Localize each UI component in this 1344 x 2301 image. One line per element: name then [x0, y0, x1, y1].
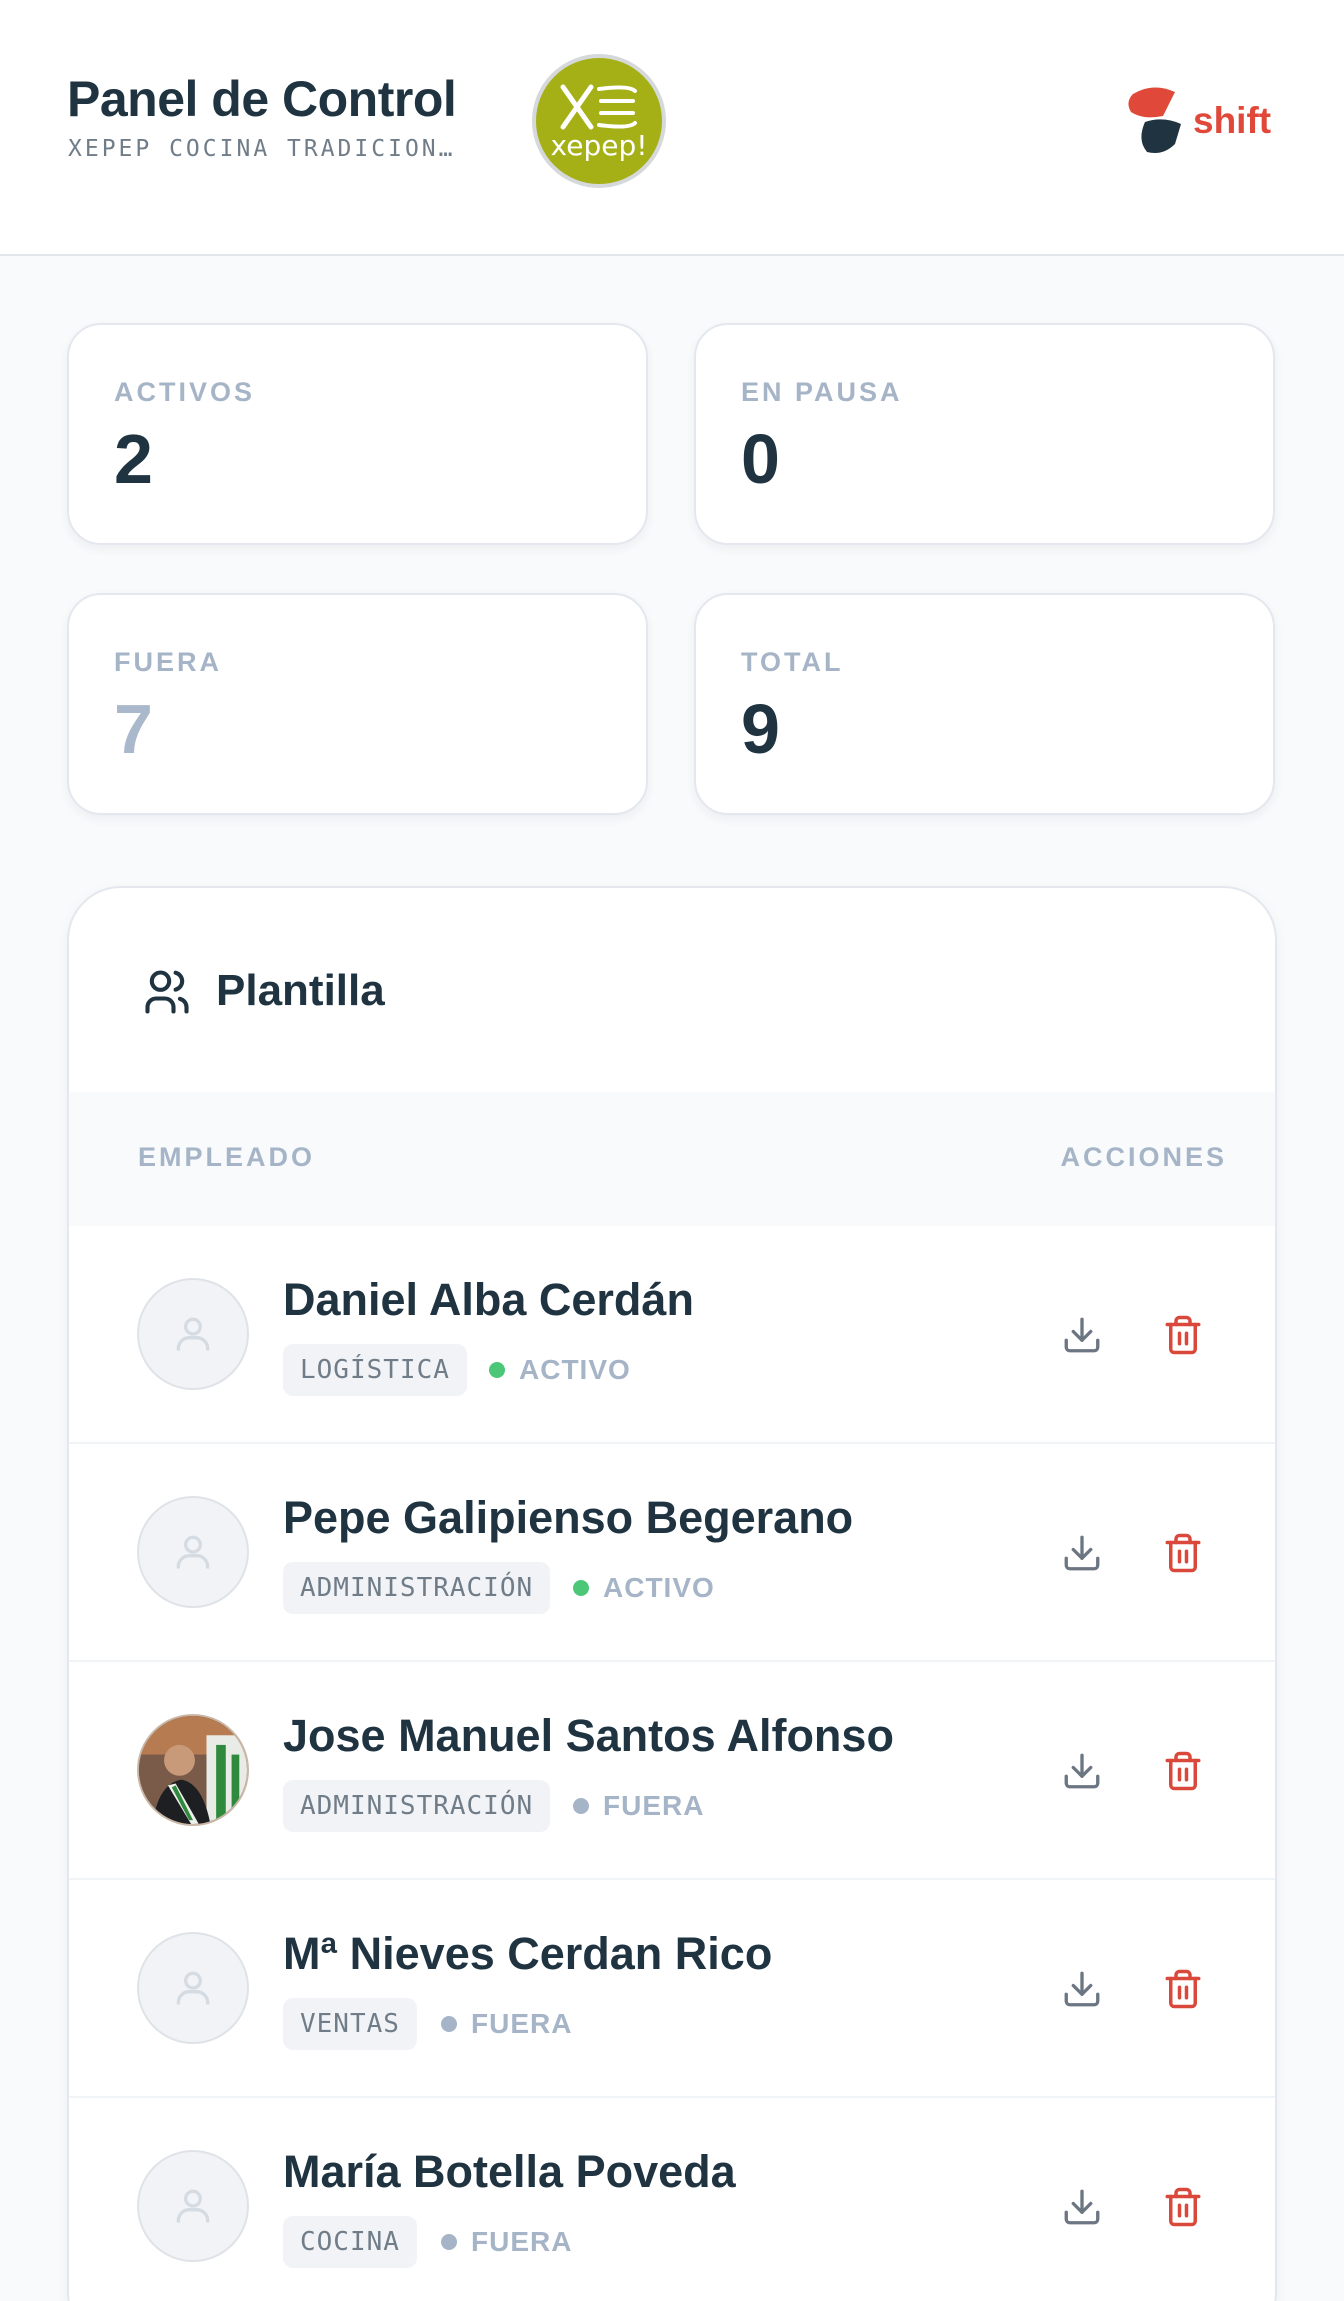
status-label: FUERA	[471, 2226, 573, 2257]
download-button[interactable]	[1055, 1308, 1109, 1362]
stat-card-out: FUERA 7	[67, 593, 648, 815]
status-label: ACTIVO	[603, 1572, 715, 1603]
download-button[interactable]	[1055, 2180, 1109, 2234]
department-badge: ADMINISTRACIÓN	[283, 1780, 551, 1832]
status-dot-icon	[489, 1362, 505, 1378]
stat-card-active: ACTIVOS 2	[67, 323, 648, 545]
status-label: FUERA	[471, 2008, 573, 2039]
trash-icon	[1165, 1969, 1201, 2009]
table-row[interactable]: Daniel Alba Cerdán LOGÍSTICA ACTIVO	[69, 1226, 1275, 1444]
status-badge: ACTIVO	[573, 1562, 715, 1614]
stat-value: 0	[741, 420, 780, 498]
status-badge: FUERA	[441, 1998, 572, 2050]
avatar	[137, 2150, 249, 2262]
delete-button[interactable]	[1156, 2180, 1210, 2234]
download-icon	[1064, 1971, 1100, 2007]
user-placeholder-icon	[176, 1535, 210, 1569]
status-dot-icon	[573, 1798, 589, 1814]
download-button[interactable]	[1055, 1526, 1109, 1580]
shift-logo-icon	[1128, 87, 1181, 153]
brand-name: shift	[1193, 100, 1272, 141]
logo-text: xepep!	[550, 128, 648, 162]
delete-button[interactable]	[1156, 1308, 1210, 1362]
download-icon	[1064, 1317, 1100, 1353]
avatar-photo	[137, 1714, 249, 1826]
table-row[interactable]: Pepe Galipienso Begerano ADMINISTRACIÓN …	[69, 1444, 1275, 1662]
employee-name: María Botella Poveda	[283, 2146, 736, 2197]
delete-button[interactable]	[1156, 1526, 1210, 1580]
download-button[interactable]	[1055, 1962, 1109, 2016]
table-row[interactable]: Jose Manuel Santos Alfonso ADMINISTRACIÓ…	[69, 1662, 1275, 1880]
page-title: Panel de Control	[67, 71, 457, 127]
avatar	[137, 1278, 249, 1390]
user-placeholder-icon	[176, 1971, 210, 2005]
trash-icon	[1165, 1751, 1201, 1791]
employee-name: Daniel Alba Cerdán	[283, 1274, 694, 1325]
user-placeholder-icon	[176, 1317, 210, 1351]
status-label: ACTIVO	[519, 1354, 631, 1385]
stat-label: FUERA	[114, 647, 222, 677]
status-badge: ACTIVO	[489, 1344, 631, 1396]
avatar	[137, 1932, 249, 2044]
trash-icon	[1165, 1315, 1201, 1355]
avatar	[137, 1496, 249, 1608]
delete-button[interactable]	[1156, 1962, 1210, 2016]
status-label: FUERA	[603, 1790, 705, 1821]
stat-value: 2	[114, 420, 153, 498]
table-row[interactable]: Mª Nieves Cerdan Rico VENTAS FUERA	[69, 1880, 1275, 2098]
staff-panel: Plantilla EMPLEADO ACCIONES Daniel Alba …	[67, 886, 1277, 2301]
status-badge: FUERA	[441, 2216, 572, 2268]
shift-brand: shift	[1123, 86, 1271, 156]
xe-logo-mark-icon	[560, 84, 637, 129]
download-icon	[1064, 1535, 1100, 1571]
column-header-employee: EMPLEADO	[138, 1142, 316, 1172]
status-badge: FUERA	[573, 1780, 704, 1832]
profile-photo	[139, 1716, 247, 1824]
stat-label: EN PAUSA	[741, 377, 903, 407]
column-header-actions: ACCIONES	[1060, 1142, 1227, 1172]
trash-icon	[1165, 2187, 1201, 2227]
delete-button[interactable]	[1156, 1744, 1210, 1798]
app-header: Panel de Control XEPEP COCINA TRADICION……	[0, 0, 1344, 256]
download-icon	[1064, 2189, 1100, 2225]
users-icon	[145, 970, 189, 1014]
staff-panel-header: Plantilla	[69, 888, 1275, 1092]
department-badge: VENTAS	[283, 1998, 417, 2050]
table-header: EMPLEADO ACCIONES	[69, 1092, 1275, 1226]
department-badge: ADMINISTRACIÓN	[283, 1562, 551, 1614]
download-button[interactable]	[1055, 1744, 1109, 1798]
stat-label: ACTIVOS	[114, 377, 256, 407]
download-icon	[1064, 1753, 1100, 1789]
trash-icon	[1165, 1533, 1201, 1573]
employee-name: Pepe Galipienso Begerano	[283, 1492, 854, 1543]
status-dot-icon	[441, 2016, 457, 2032]
user-placeholder-icon	[176, 2189, 210, 2223]
staff-panel-title: Plantilla	[216, 966, 385, 1015]
stat-value: 7	[114, 690, 153, 768]
restaurant-name: XEPEP COCINA TRADICION…	[68, 136, 456, 162]
employee-name: Jose Manuel Santos Alfonso	[283, 1710, 894, 1761]
stat-card-paused: EN PAUSA 0	[694, 323, 1275, 545]
stat-label: TOTAL	[741, 647, 844, 677]
table-row[interactable]: María Botella Poveda COCINA FUERA	[69, 2098, 1275, 2301]
department-badge: COCINA	[283, 2216, 417, 2268]
status-dot-icon	[441, 2234, 457, 2250]
stat-card-total: TOTAL 9	[694, 593, 1275, 815]
restaurant-logo: xepep!	[532, 54, 666, 188]
status-dot-icon	[573, 1580, 589, 1596]
department-badge: LOGÍSTICA	[283, 1344, 467, 1396]
employee-name: Mª Nieves Cerdan Rico	[283, 1928, 773, 1979]
stat-value: 9	[741, 690, 780, 768]
